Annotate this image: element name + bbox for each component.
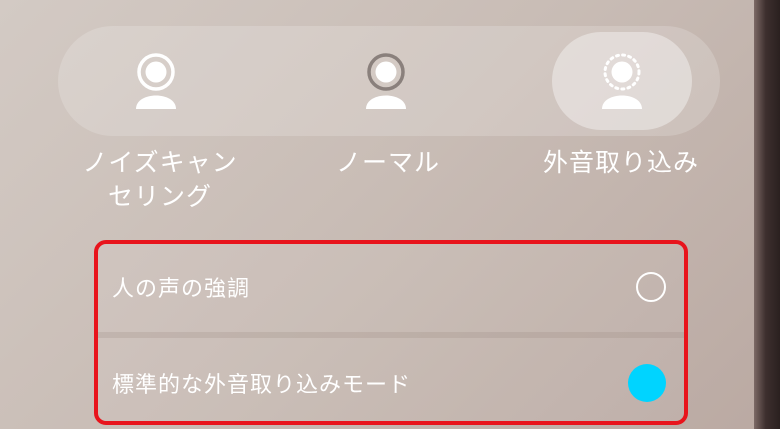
ambient-sound-person-icon — [598, 51, 646, 111]
mode-label-noise-cancelling: ノイズキャン セリング — [82, 148, 238, 211]
mode-button-ambient[interactable] — [552, 32, 692, 130]
sound-mode-selector — [58, 26, 720, 136]
option-voice-emphasis[interactable]: 人の声の強調 — [98, 244, 684, 330]
noise-cancelling-person-icon — [132, 51, 180, 111]
option-label: 人の声の強調 — [112, 277, 251, 302]
mode-label-normal: ノーマル — [335, 148, 440, 177]
option-label: 標準的な外音取り込みモード — [112, 373, 412, 398]
divider — [98, 332, 684, 338]
radio-button-unselected[interactable] — [636, 272, 666, 302]
mode-button-normal[interactable] — [316, 32, 456, 130]
ambient-options-card: 人の声の強調 標準的な外音取り込みモード — [94, 240, 688, 425]
mode-button-noise-cancelling[interactable] — [86, 32, 226, 130]
mode-label-ambient: 外音取り込み — [542, 148, 699, 177]
normal-person-icon — [362, 51, 410, 111]
window-edge — [754, 0, 780, 429]
radio-button-selected[interactable] — [628, 364, 666, 402]
option-standard-ambient[interactable]: 標準的な外音取り込みモード — [98, 340, 684, 421]
